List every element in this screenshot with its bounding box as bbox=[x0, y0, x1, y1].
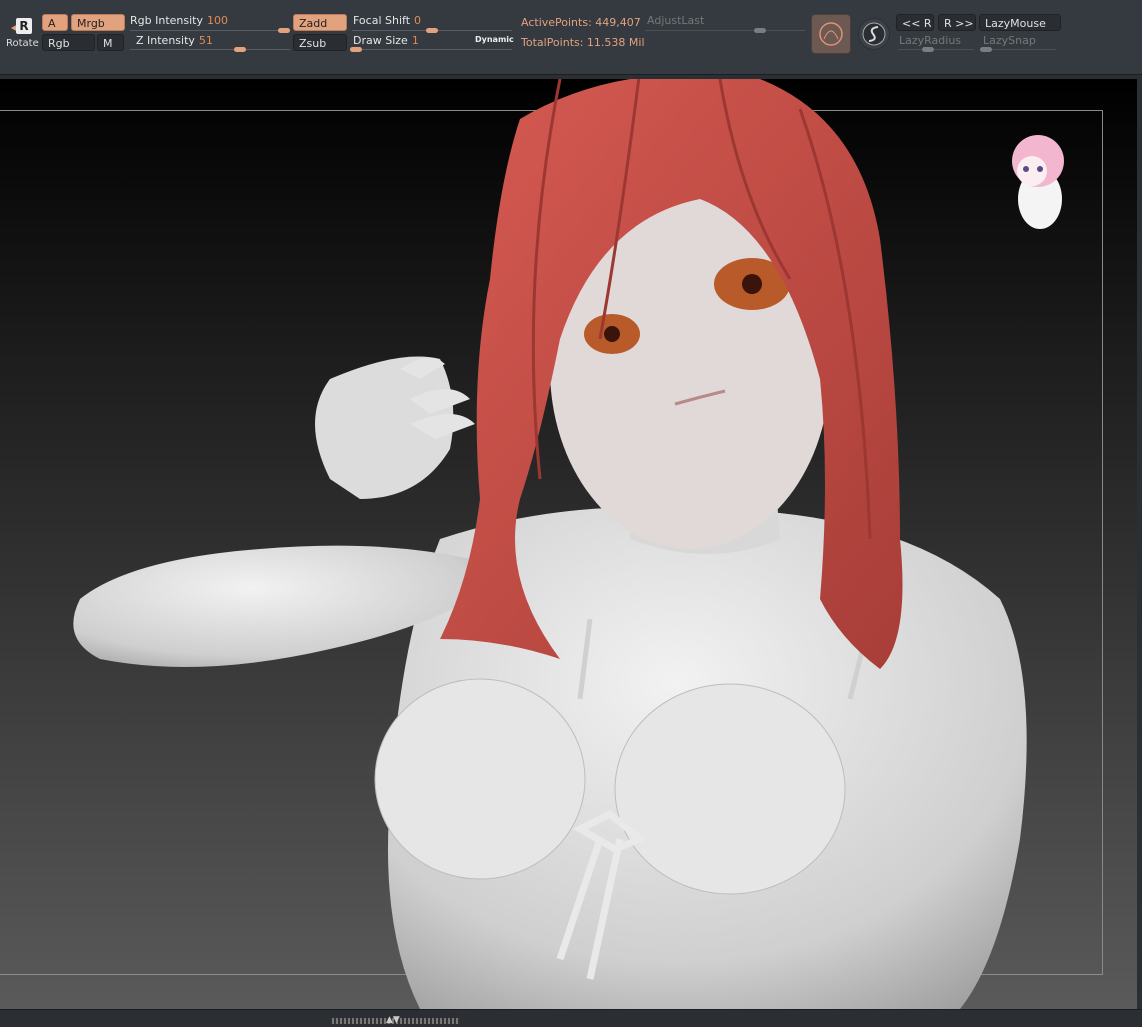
focal-shift-label: Focal Shift bbox=[353, 14, 411, 27]
draw-size-label: Draw Size bbox=[353, 34, 408, 47]
rgb-intensity-track[interactable] bbox=[130, 30, 290, 31]
focal-shift-knob[interactable] bbox=[426, 28, 438, 33]
lazy-snap-knob[interactable] bbox=[980, 47, 992, 52]
rgb-intensity-label: Rgb Intensity bbox=[130, 14, 203, 27]
rgb-intensity-value: 100 bbox=[206, 14, 228, 27]
bra-right-cup bbox=[614, 683, 846, 895]
bottom-shelf bbox=[0, 1009, 1142, 1027]
draw-size-knob[interactable] bbox=[350, 47, 362, 52]
draw-size-track[interactable] bbox=[352, 49, 512, 50]
mrgb-button[interactable]: Mrgb bbox=[71, 14, 125, 31]
top-toolbar: R Rotate A Mrgb Rgb M Rgb Intensity 100 Z… bbox=[0, 0, 1142, 75]
z-intensity-label: Z Intensity bbox=[136, 34, 195, 47]
mascot-icon bbox=[1012, 135, 1064, 229]
lazy-radius-label[interactable]: LazyRadius bbox=[899, 34, 961, 47]
focal-shift-value: 0 bbox=[414, 14, 422, 27]
focal-shift-slider[interactable]: Focal Shift 0 bbox=[353, 14, 421, 27]
rotate-icon: R bbox=[16, 18, 32, 34]
next-button[interactable]: R >> bbox=[938, 14, 976, 31]
right-edge-bar bbox=[1137, 79, 1142, 1009]
zadd-button[interactable]: Zadd bbox=[293, 14, 347, 31]
dynamic-toggle[interactable]: Dynamic bbox=[475, 35, 514, 44]
stroke-type-icon[interactable] bbox=[858, 18, 890, 50]
adjust-last-label[interactable]: AdjustLast bbox=[647, 14, 704, 27]
adjust-last-knob[interactable] bbox=[754, 28, 766, 33]
material-sphere-icon[interactable] bbox=[811, 14, 851, 54]
total-points-readout: TotalPoints: 11.538 Mil bbox=[521, 36, 645, 49]
canvas-viewport[interactable] bbox=[0, 79, 1137, 1009]
draw-size-slider[interactable]: Draw Size 1 bbox=[353, 34, 419, 47]
stroke-type-graphic bbox=[862, 22, 886, 46]
prev-button[interactable]: << R bbox=[896, 14, 934, 31]
z-intensity-knob[interactable] bbox=[234, 47, 246, 52]
rgb-intensity-slider[interactable]: Rgb Intensity 100 bbox=[130, 14, 228, 27]
expand-collapse-icon[interactable]: ▲▼ bbox=[386, 1016, 400, 1025]
rotate-label: Rotate bbox=[6, 38, 39, 49]
z-intensity-track[interactable] bbox=[130, 49, 290, 50]
adjust-last-track[interactable] bbox=[645, 30, 805, 31]
sculpt-model[interactable] bbox=[0, 79, 1137, 1009]
a-button[interactable]: A bbox=[42, 14, 68, 31]
m-button[interactable]: M bbox=[97, 34, 124, 51]
lazy-snap-label[interactable]: LazySnap bbox=[983, 34, 1036, 47]
z-intensity-value: 51 bbox=[198, 34, 213, 47]
material-sphere-graphic bbox=[819, 22, 843, 46]
zsub-button[interactable]: Zsub bbox=[293, 34, 347, 51]
lazy-radius-track[interactable] bbox=[898, 49, 974, 50]
bra-left-cup bbox=[374, 678, 586, 880]
z-intensity-slider[interactable]: Z Intensity 51 bbox=[136, 34, 213, 47]
active-points-readout: ActivePoints: 449,407 bbox=[521, 16, 641, 29]
lazy-mouse-button[interactable]: LazyMouse bbox=[979, 14, 1061, 31]
draw-size-value: 1 bbox=[411, 34, 419, 47]
rgb-button[interactable]: Rgb bbox=[42, 34, 95, 51]
lazy-radius-knob[interactable] bbox=[922, 47, 934, 52]
rotate-tool[interactable]: R Rotate bbox=[4, 16, 39, 50]
rgb-intensity-knob[interactable] bbox=[278, 28, 290, 33]
